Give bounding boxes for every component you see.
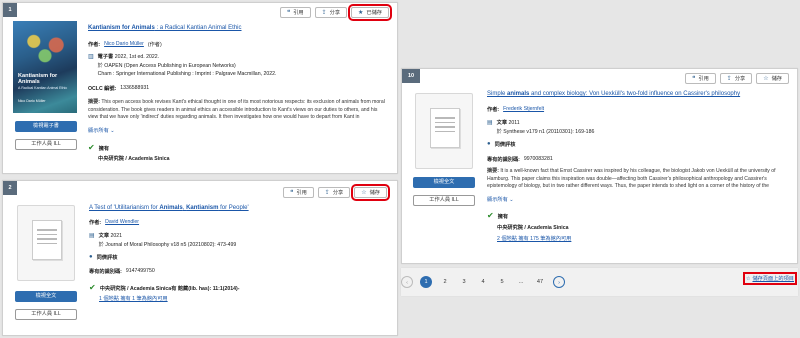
result-card-1: 1 ❝ 引用 ⇪ 分享 ★ 已儲存 Kantianism for Animals A … bbox=[2, 2, 398, 174]
article-icon: ▤ bbox=[89, 233, 95, 239]
star-outline-icon: ☆ bbox=[745, 275, 751, 282]
save-button[interactable]: ☆ 儲存 bbox=[756, 73, 789, 84]
identifier-row: 專有的識別碼: 9970083281 bbox=[487, 156, 553, 163]
ebook-icon: ▥ bbox=[88, 54, 94, 60]
share-button[interactable]: ⇪ 分享 bbox=[317, 187, 351, 198]
quote-icon: ❝ bbox=[290, 189, 294, 196]
person-icon: ● bbox=[487, 141, 491, 147]
identifier-row: 專有的識別碼: 9147499750 bbox=[89, 268, 155, 275]
quote-icon: ❝ bbox=[286, 9, 291, 16]
next-page-button[interactable]: › bbox=[553, 276, 565, 288]
result-card-2: 2 ❝ 引用 ⇪ 分享 ☆ 儲存 檢視全文 工作人員 ILL A Test of 'U… bbox=[2, 180, 398, 336]
holdings-link-row: 1 個地點 擁有 1 筆為館內可用 bbox=[99, 295, 168, 302]
result-number: 2 bbox=[3, 181, 17, 195]
format-row: ▥ 電子書 2022, 1st ed. 2022. 於 OAPEN (Open … bbox=[88, 54, 277, 77]
page-4[interactable]: 4 bbox=[477, 276, 489, 288]
oclc-row: OCLC 編號: 1336588931 bbox=[88, 85, 150, 92]
author-link[interactable]: David Wendler bbox=[105, 219, 139, 225]
holdings-link-row: 2 個地點 擁有 175 筆為館內可用 bbox=[497, 235, 571, 242]
result-actions: ❝ 引用 ⇪ 分享 ☆ 儲存 bbox=[283, 184, 390, 201]
share-icon: ⇪ bbox=[726, 75, 732, 82]
document-icon bbox=[32, 220, 62, 260]
holdings-row: ✔ 中央研究院 / Academia Sinica有 館藏(lib. has):… bbox=[89, 283, 240, 292]
format-row: ▤ 文章 2011 於 Synthese v179 n1 (20110301):… bbox=[487, 120, 595, 135]
cover-subtitle: A Radical Kantian Animal Ethic bbox=[18, 86, 68, 90]
check-icon: ✔ bbox=[89, 283, 96, 292]
check-icon: ✔ bbox=[487, 211, 494, 220]
previous-page-button[interactable]: ‹ bbox=[401, 276, 413, 288]
page-ellipsis: ... bbox=[518, 279, 524, 285]
cover-graffiti bbox=[17, 27, 73, 63]
check-icon: ✔ bbox=[88, 143, 95, 152]
holdings-row: ✔ 擁有 bbox=[88, 143, 110, 152]
holdings-link[interactable]: 1 個地點 擁有 1 筆為館內可用 bbox=[99, 295, 168, 302]
result-title[interactable]: Simple animals and complex biology: Von … bbox=[487, 91, 740, 97]
result-title[interactable]: A Test of 'Utilitarianism for Animals, K… bbox=[89, 205, 249, 211]
result-title[interactable]: Kantianism for Animals : a Radical Kanti… bbox=[88, 25, 242, 31]
library-name: 中央研究院 / Academia Sinica bbox=[497, 225, 569, 231]
show-more-link[interactable]: 顯示所有 ⌄ bbox=[487, 196, 514, 203]
author-row: 作者: Nico Dario Müller (作者) bbox=[88, 41, 162, 48]
share-button[interactable]: ⇪ 分享 bbox=[719, 73, 753, 84]
view-ebook-button[interactable]: 檢視電子書 bbox=[15, 121, 77, 132]
pagination: ‹ 1 2 3 4 5 ... 47 › bbox=[401, 276, 565, 288]
star-outline-icon: ☆ bbox=[361, 189, 367, 196]
show-more-link[interactable]: 顯示所有 ⌄ bbox=[88, 127, 115, 134]
holdings-row: ✔ 擁有 bbox=[487, 211, 509, 220]
result-actions: ❝ 引用 ⇪ 分享 ☆ 儲存 bbox=[685, 73, 789, 84]
result-number: 1 bbox=[3, 3, 17, 17]
share-icon: ⇪ bbox=[324, 189, 330, 196]
author-row: 作者: Frederik Stjernfelt bbox=[487, 106, 545, 113]
pagination-bar: ‹ 1 2 3 4 5 ... 47 › ☆ 儲存頁面上的項目 bbox=[401, 268, 798, 296]
staff-ill-button[interactable]: 工作人員 ILL bbox=[15, 139, 77, 150]
result-actions: ❝ 引用 ⇪ 分享 ★ 已儲存 bbox=[279, 4, 392, 21]
share-button[interactable]: ⇪ 分享 bbox=[314, 7, 348, 18]
result-number: 10 bbox=[402, 69, 420, 83]
author-row: 作者: David Wendler bbox=[89, 219, 140, 226]
save-page-items-link[interactable]: ☆ 儲存頁面上的項目 bbox=[742, 272, 798, 285]
peer-review-row: ● 同儕評核 bbox=[487, 141, 516, 148]
cite-button[interactable]: ❝ 引用 bbox=[685, 73, 716, 84]
article-thumbnail[interactable] bbox=[415, 93, 473, 169]
page-5[interactable]: 5 bbox=[496, 276, 508, 288]
peer-review-row: ● 同儕評核 bbox=[89, 254, 118, 261]
result-card-10: 10 ❝ 引用 ⇪ 分享 ☆ 儲存 檢視全文 工作人員 ILL Simple anim… bbox=[401, 68, 798, 264]
page-2[interactable]: 2 bbox=[439, 276, 451, 288]
page-3[interactable]: 3 bbox=[458, 276, 470, 288]
view-fulltext-button[interactable]: 檢視全文 bbox=[413, 177, 475, 188]
page-47[interactable]: 47 bbox=[534, 276, 546, 288]
cite-button[interactable]: ❝ 引用 bbox=[283, 187, 314, 198]
save-button[interactable]: ☆ 儲存 bbox=[351, 184, 390, 201]
share-icon: ⇪ bbox=[321, 9, 327, 16]
abstract: 摘要: This open access book revises Kant's… bbox=[88, 99, 385, 121]
holdings-link[interactable]: 2 個地點 擁有 175 筆為館內可用 bbox=[497, 235, 571, 242]
star-outline-icon: ☆ bbox=[763, 75, 769, 82]
book-cover[interactable]: Kantianism for Animals A Radical Kantian… bbox=[13, 21, 77, 113]
view-fulltext-button[interactable]: 檢視全文 bbox=[15, 291, 77, 302]
library-name: 中央研究院 / Academia Sinica bbox=[98, 156, 170, 162]
abstract: 摘要: It is a well-known fact that Ernst C… bbox=[487, 168, 776, 190]
chevron-down-icon: ⌄ bbox=[509, 197, 514, 203]
cite-button[interactable]: ❝ 引用 bbox=[279, 7, 311, 18]
chevron-down-icon: ⌄ bbox=[110, 128, 115, 134]
document-icon bbox=[430, 108, 460, 148]
staff-ill-button[interactable]: 工作人員 ILL bbox=[15, 309, 77, 320]
saved-button[interactable]: ★ 已儲存 bbox=[348, 4, 392, 21]
staff-ill-button[interactable]: 工作人員 ILL bbox=[413, 195, 475, 206]
cover-author: Nico Dario Müller bbox=[18, 99, 46, 103]
article-thumbnail[interactable] bbox=[17, 205, 75, 281]
author-link[interactable]: Frederik Stjernfelt bbox=[503, 106, 544, 112]
cover-title: Kantianism for Animals bbox=[18, 73, 58, 85]
format-row: ▤ 文章 2021 於 Journal of Moral Philosophy … bbox=[89, 233, 237, 248]
author-link[interactable]: Nico Dario Müller bbox=[104, 41, 144, 47]
person-icon: ● bbox=[89, 254, 93, 260]
quote-icon: ❝ bbox=[692, 75, 696, 82]
article-icon: ▤ bbox=[487, 120, 493, 126]
star-filled-icon: ★ bbox=[358, 9, 364, 16]
page-1[interactable]: 1 bbox=[420, 276, 432, 288]
